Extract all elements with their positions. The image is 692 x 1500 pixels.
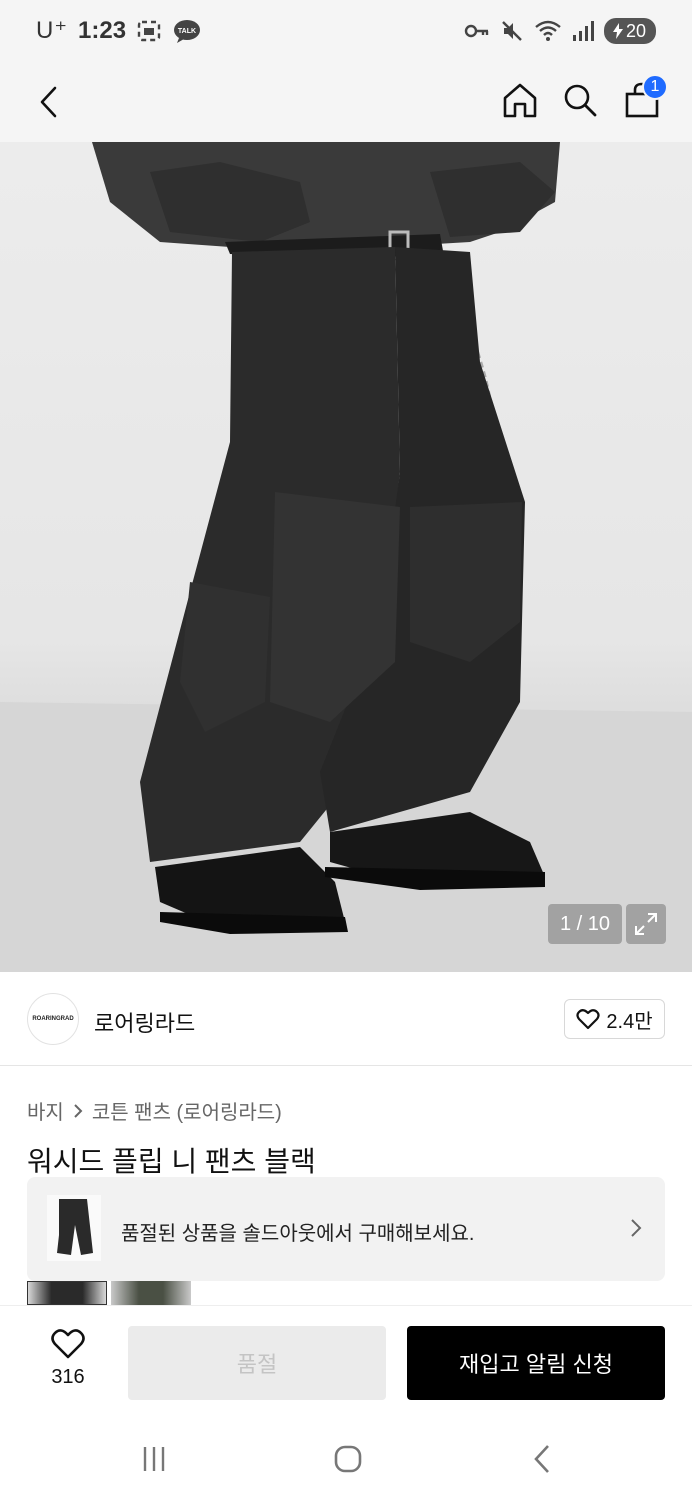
product-image[interactable] xyxy=(0,142,692,972)
brand-logo-text: ROARINGRAD xyxy=(32,1016,74,1022)
heart-icon xyxy=(51,1329,85,1359)
search-icon xyxy=(564,84,597,117)
wishlist-count: 316 xyxy=(51,1366,85,1388)
heart-icon xyxy=(576,1009,600,1030)
app-header: 1 xyxy=(0,62,692,142)
key-icon xyxy=(464,21,490,41)
recent-apps-icon xyxy=(143,1447,165,1471)
cart-button[interactable]: 1 xyxy=(620,74,668,122)
expand-icon xyxy=(635,913,657,935)
mute-icon xyxy=(500,19,524,43)
system-nav-bar xyxy=(0,1415,692,1500)
system-back-icon xyxy=(534,1445,549,1473)
restock-alert-button[interactable]: 재입고 알림 신청 xyxy=(407,1326,665,1400)
status-right: 20 xyxy=(464,18,656,44)
image-counter: 1 / 10 xyxy=(548,904,622,944)
status-bar: U⁺ 1:23 TALK 20 xyxy=(0,0,692,62)
thumbnail-item[interactable] xyxy=(27,1281,107,1305)
signal-icon xyxy=(572,20,594,42)
chevron-left-icon xyxy=(40,86,57,118)
breadcrumb: 바지 코튼 팬츠 (로어링라드) xyxy=(27,1096,282,1125)
system-back-button[interactable] xyxy=(522,1439,562,1479)
product-title: 워시드 플립 니 팬츠 블랙 xyxy=(27,1146,316,1177)
system-home-button[interactable] xyxy=(328,1439,368,1479)
breadcrumb-category[interactable]: 바지 xyxy=(27,1096,64,1125)
screenshot-icon xyxy=(136,19,162,43)
status-time: 1:23 xyxy=(78,16,127,44)
cart-count-badge: 1 xyxy=(642,74,668,100)
bottom-action-bar: 316 품절 재입고 알림 신청 xyxy=(0,1305,692,1415)
banner-text: 품절된 상품을 솔드아웃에서 구매해보세요. xyxy=(121,1223,475,1245)
recent-apps-button[interactable] xyxy=(134,1439,174,1479)
search-button[interactable] xyxy=(558,78,602,122)
charging-icon xyxy=(612,23,623,39)
soldout-button[interactable]: 품절 xyxy=(128,1326,386,1400)
status-left: U⁺ 1:23 TALK xyxy=(36,16,202,45)
brand-logo[interactable]: ROARINGRAD xyxy=(27,993,79,1045)
thumbnail-strip xyxy=(27,1281,191,1305)
brand-name[interactable]: 로어링라드 xyxy=(94,1006,195,1038)
brand-like-button[interactable]: 2.4만 xyxy=(564,999,665,1039)
chevron-right-icon xyxy=(631,1219,642,1237)
soldout-banner[interactable]: 품절된 상품을 솔드아웃에서 구매해보세요. xyxy=(27,1177,665,1281)
thumbnail-item[interactable] xyxy=(111,1281,191,1305)
product-photo xyxy=(0,142,692,972)
chevron-right-icon xyxy=(74,1103,83,1118)
battery-level: 20 xyxy=(625,20,646,41)
wishlist-button[interactable]: 316 xyxy=(38,1328,98,1389)
breadcrumb-subcategory[interactable]: 코튼 팬츠 (로어링라드) xyxy=(92,1096,282,1125)
home-button[interactable] xyxy=(498,78,542,122)
brand-like-count: 2.4만 xyxy=(606,1010,653,1033)
home-icon xyxy=(503,83,537,118)
banner-product-thumbnail xyxy=(47,1195,101,1261)
kakao-label: TALK xyxy=(178,28,196,35)
kakaotalk-icon: TALK xyxy=(172,18,202,44)
system-home-icon xyxy=(334,1445,362,1473)
wifi-icon xyxy=(534,19,562,43)
battery-indicator: 20 xyxy=(603,18,656,44)
brand-row[interactable]: ROARINGRAD 로어링라드 2.4만 xyxy=(0,972,692,1066)
carrier-label: U⁺ xyxy=(36,17,68,44)
expand-button[interactable] xyxy=(626,904,666,944)
back-button[interactable] xyxy=(30,82,66,122)
